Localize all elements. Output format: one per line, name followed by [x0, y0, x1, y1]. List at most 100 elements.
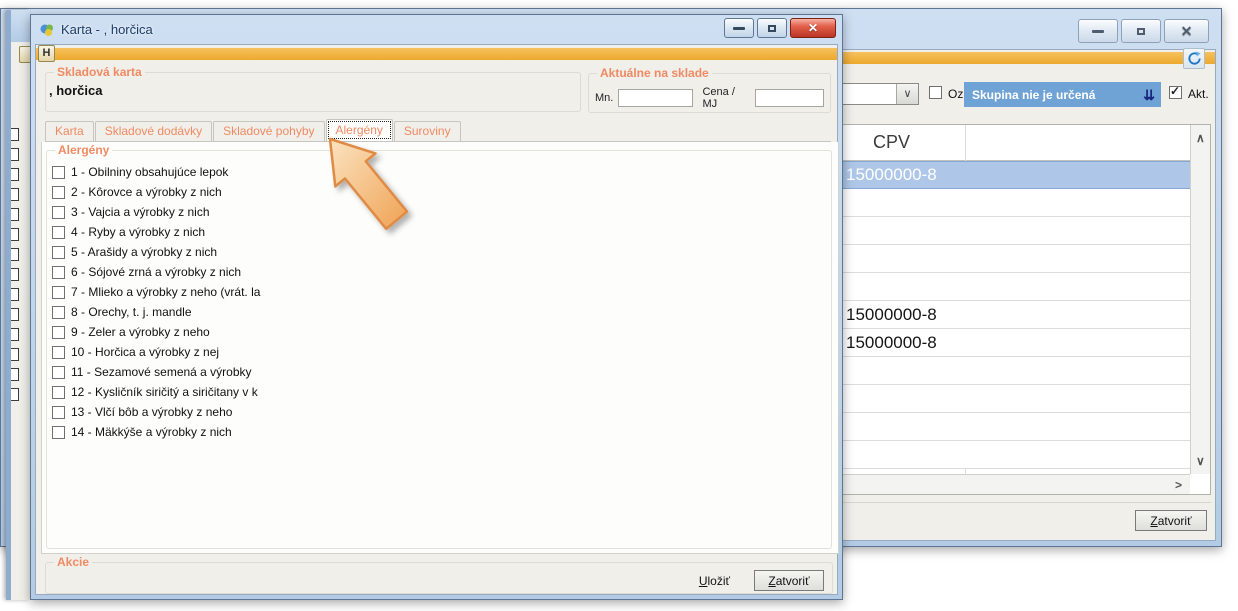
scroll-down-icon[interactable]: ∨ — [1196, 454, 1205, 468]
allergen-checkbox[interactable] — [52, 406, 65, 419]
sliver-checkbox-edge — [11, 388, 19, 401]
maximize-icon — [768, 25, 776, 32]
group-field[interactable]: Skupina nie je určená ⇊ — [964, 82, 1161, 107]
h-button[interactable]: H — [38, 45, 55, 62]
aktualne-group: Aktuálne na sklade Mn. Cena / MJ — [588, 73, 831, 113]
allergen-label: 10 - Horčica a výrobky z nej — [71, 345, 219, 359]
sliver-checkbox-edge — [11, 168, 19, 181]
allergen-row: 4 - Ryby a výrobky z nich — [52, 222, 260, 242]
scroll-right-icon[interactable]: > — [1175, 478, 1182, 492]
allergen-checkbox[interactable] — [52, 266, 65, 279]
table-row[interactable] — [818, 357, 1190, 385]
button-accel: Z — [768, 574, 775, 588]
dialog-titlebar[interactable]: Karta - , horčica — [31, 15, 842, 44]
allergen-checkbox[interactable] — [52, 346, 65, 359]
minimize-button[interactable] — [724, 18, 754, 38]
allergen-checkbox[interactable] — [52, 366, 65, 379]
mn-input[interactable] — [618, 89, 693, 107]
sliver-checkbox-edge — [11, 128, 19, 141]
akcie-group: Akcie Uložiť Zatvoriť — [45, 562, 833, 594]
allergen-row: 12 - Kysličník siričitý a siričitany v k — [52, 382, 260, 402]
save-button[interactable]: Uložiť — [693, 572, 736, 590]
horizontal-scrollbar[interactable]: > — [818, 474, 1190, 494]
table-row[interactable]: 15000000-8 — [818, 301, 1190, 329]
sliver-checkbox-edge — [11, 148, 19, 161]
allergen-label: 11 - Sezamové semená a výrobky — [71, 365, 252, 379]
double-chevron-down-icon[interactable]: ⇊ — [1143, 88, 1155, 102]
skladova-karta-group: Skladová karta , horčica — [45, 72, 581, 112]
tab[interactable]: Alergény — [326, 119, 393, 141]
sliver-titlebar — [11, 10, 30, 42]
allergen-checkbox[interactable] — [52, 386, 65, 399]
dialog-body: H Skladová karta , horčica Aktuálne na s… — [35, 44, 838, 595]
sliver-checkbox-edge — [11, 348, 19, 361]
minimize-icon — [733, 27, 745, 30]
tab[interactable]: Suroviny — [394, 121, 461, 141]
allergen-checkbox[interactable] — [52, 246, 65, 259]
tab[interactable]: Karta — [45, 121, 94, 141]
table-row[interactable]: 15000000-8 — [818, 161, 1190, 189]
app-icon — [39, 22, 55, 38]
allergen-checkbox[interactable] — [52, 166, 65, 179]
table-row[interactable] — [818, 245, 1190, 273]
table-row[interactable] — [818, 273, 1190, 301]
allergen-row: 7 - Mlieko a výrobky z neho (vrát. la — [52, 282, 260, 302]
dialog-close-button[interactable]: Zatvoriť — [754, 570, 824, 591]
close-icon: ✕ — [808, 21, 818, 35]
allergen-label: 12 - Kysličník siričitý a siričitany v k — [71, 385, 258, 399]
allergen-row: 8 - Orechy, t. j. mandle — [52, 302, 260, 322]
refresh-icon — [1187, 51, 1202, 66]
table-row[interactable] — [818, 385, 1190, 413]
vertical-scrollbar[interactable]: ∧ ∨ — [1190, 125, 1210, 474]
allergen-checkbox[interactable] — [52, 186, 65, 199]
minimize-button[interactable] — [1078, 19, 1118, 43]
allergen-list: 1 - Obilniny obsahujúce lepok 2 - Kôrovc… — [52, 162, 260, 442]
allergen-label: 13 - Vlčí bôb a výrobky z neho — [71, 405, 232, 419]
allergen-row: 14 - Mäkkýše a výrobky z nich — [52, 422, 260, 442]
table-row[interactable] — [818, 413, 1190, 441]
sliver-checkbox-edge — [11, 188, 19, 201]
allergen-checkbox[interactable] — [52, 326, 65, 339]
dialog-title: Karta - , horčica — [61, 22, 153, 37]
button-accel: Z — [1150, 514, 1157, 528]
allergen-row: 3 - Vajcia a výrobky z nich — [52, 202, 260, 222]
akt-checkbox[interactable] — [1169, 86, 1182, 99]
toolbar-strip — [36, 48, 837, 60]
allergen-checkbox[interactable] — [52, 426, 65, 439]
cena-mj-input[interactable] — [755, 89, 825, 107]
allergen-checkbox[interactable] — [52, 306, 65, 319]
button-label: atvoriť — [776, 574, 810, 588]
maximize-icon — [1137, 28, 1145, 35]
close-button[interactable]: ✕ — [1164, 19, 1209, 43]
refresh-button[interactable] — [1183, 48, 1205, 69]
allergen-row: 1 - Obilniny obsahujúce lepok — [52, 162, 260, 182]
table-row[interactable]: 15000000-8 — [818, 329, 1190, 357]
allergen-row: 10 - Horčica a výrobky z nej — [52, 342, 260, 362]
sliver-h-button — [19, 46, 30, 63]
allergen-checkbox[interactable] — [52, 286, 65, 299]
allergen-label: 1 - Obilniny obsahujúce lepok — [71, 165, 228, 179]
button-label: atvoriť — [1158, 514, 1192, 528]
background-close-button[interactable]: Zatvoriť — [1135, 510, 1207, 531]
table-row[interactable] — [818, 441, 1190, 469]
aktualne-label: Aktuálne na sklade — [597, 66, 712, 80]
maximize-button[interactable] — [1121, 19, 1161, 43]
maximize-button[interactable] — [757, 18, 787, 38]
allergen-checkbox[interactable] — [52, 206, 65, 219]
close-button[interactable]: ✕ — [790, 18, 836, 38]
ozn-checkbox[interactable] — [929, 86, 942, 99]
table-row[interactable] — [818, 189, 1190, 217]
sliver-checkbox-edge — [11, 208, 19, 221]
tab[interactable]: Skladové pohyby — [213, 121, 324, 141]
sliver-checkbox-edge — [11, 328, 19, 341]
sliver-checkbox-edge — [11, 308, 19, 321]
scroll-up-icon[interactable]: ∧ — [1196, 131, 1205, 145]
button-label: ložiť — [707, 574, 730, 588]
chevron-down-icon[interactable]: ∨ — [896, 84, 918, 104]
skladova-karta-label: Skladová karta — [54, 65, 145, 79]
allergen-row: 11 - Sezamové semená a výrobky — [52, 362, 260, 382]
tab[interactable]: Skladové dodávky — [95, 121, 212, 141]
allergen-label: 6 - Sójové zrná a výrobky z nich — [71, 265, 241, 279]
allergen-checkbox[interactable] — [52, 226, 65, 239]
table-row[interactable] — [818, 217, 1190, 245]
